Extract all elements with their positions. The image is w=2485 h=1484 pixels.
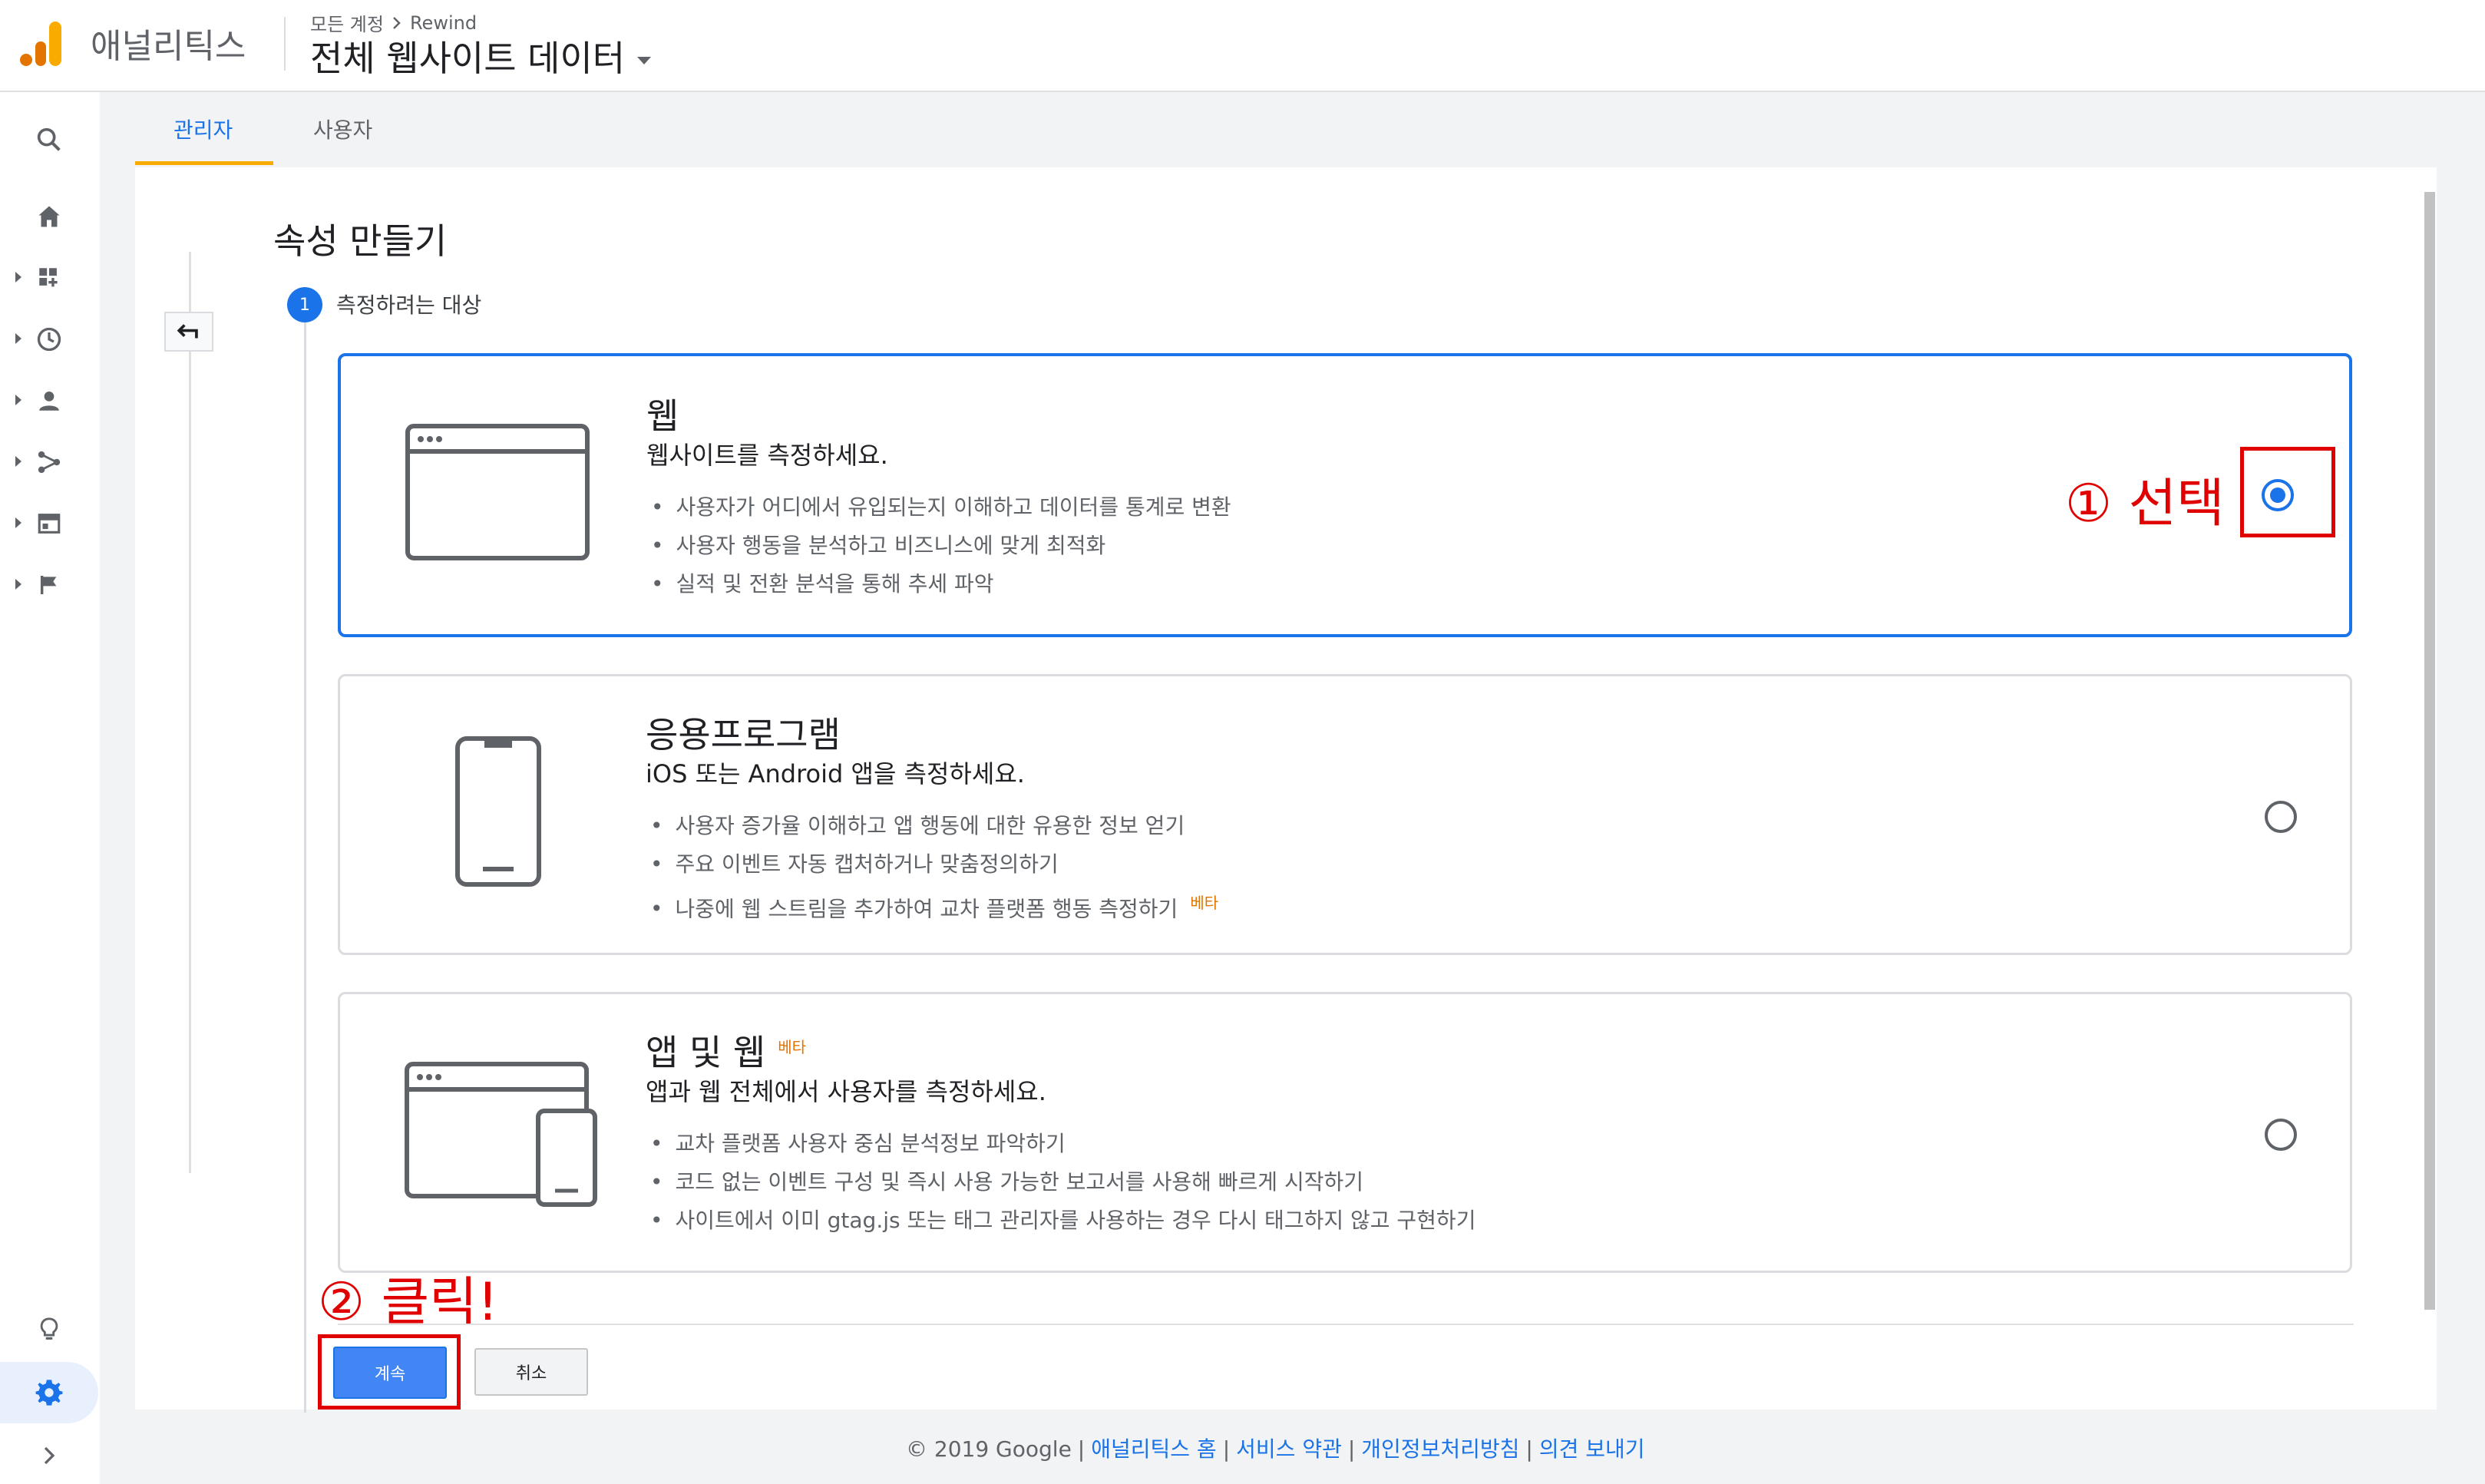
- option-bullets: 사용자가 어디에서 유입되는지 이해하고 데이터를 통계로 변환 사용자 행동을…: [651, 488, 1231, 603]
- top-header: 애널리틱스 모든 계정 Rewind 전체 웹사이트 데이터: [0, 0, 2485, 92]
- list-item: 실적 및 전환 분석을 통해 추세 파악: [651, 565, 1231, 603]
- option-subtitle: 앱과 웹 전체에서 사용자를 측정하세요.: [646, 1077, 1046, 1106]
- list-item: 사용자 증가율 이해하고 앱 행동에 대한 유용한 정보 얻기: [650, 807, 1218, 845]
- option-title-row: 앱 및 웹 베타: [646, 1025, 806, 1076]
- option-bullets: 교차 플랫폼 사용자 중심 분석정보 파악하기 코드 없는 이벤트 구성 및 즉…: [650, 1125, 1476, 1240]
- behavior-icon[interactable]: [31, 505, 68, 542]
- copyright: © 2019 Google: [906, 1436, 1072, 1462]
- gear-icon[interactable]: [31, 1374, 68, 1411]
- step-connector-line: [304, 322, 306, 1413]
- option-card-web[interactable]: 웹 웹사이트를 측정하세요. 사용자가 어디에서 유입되는지 이해하고 데이터를…: [338, 353, 2352, 637]
- chevron-right-icon[interactable]: [31, 1437, 68, 1474]
- scrollbar[interactable]: [2424, 192, 2435, 1310]
- clock-icon[interactable]: [31, 321, 68, 358]
- active-tab-indicator: [135, 161, 273, 165]
- page-title: 속성 만들기: [273, 220, 448, 262]
- option-card-app-and-web[interactable]: 앱 및 웹 베타 앱과 웹 전체에서 사용자를 측정하세요. 교차 플랫폼 사용자…: [338, 992, 2352, 1273]
- view-title: 전체 웹사이트 데이터: [310, 38, 626, 79]
- caret-down-icon: [637, 57, 652, 64]
- button-divider: [338, 1324, 2354, 1325]
- annotation-highlight-radio: [2240, 447, 2335, 537]
- expand-arrow-icon[interactable]: [15, 395, 21, 405]
- app-name[interactable]: 애널리틱스: [91, 18, 246, 68]
- list-item: 교차 플랫폼 사용자 중심 분석정보 파악하기: [650, 1125, 1475, 1163]
- option-subtitle: iOS 또는 Android 앱을 측정하세요.: [646, 759, 1025, 788]
- browser-window-icon: [405, 424, 590, 560]
- footer: © 2019 Google | 애널리틱스 홈 | 서비스 약관 | 개인정보처리방침 | 의견…: [906, 1436, 1645, 1462]
- browser-and-phone-icon: [405, 1062, 597, 1207]
- list-item: 사이트에서 이미 gtag.js 또는 태그 관리자를 사용하는 경우 다시 태…: [650, 1201, 1476, 1240]
- back-button[interactable]: [164, 312, 213, 352]
- footer-link-privacy[interactable]: 개인정보처리방침: [1361, 1436, 1519, 1462]
- step-label: 측정하려는 대상: [336, 293, 482, 318]
- acquisition-icon[interactable]: [31, 444, 68, 481]
- expand-arrow-icon[interactable]: [15, 517, 21, 528]
- list-item: 주요 이벤트 자동 캡처하거나 맞춤정의하기: [650, 845, 1218, 884]
- flag-icon[interactable]: [31, 567, 68, 603]
- option-title: 응용프로그램: [646, 714, 841, 755]
- list-item-text: 나중에 웹 스트림을 추가하여 교차 플랫폼 행동 측정하기: [675, 896, 1178, 922]
- option-card-app[interactable]: 응용프로그램 iOS 또는 Android 앱을 측정하세요. 사용자 증가율 …: [338, 674, 2352, 955]
- cancel-button[interactable]: 취소: [474, 1348, 588, 1396]
- continue-button[interactable]: 계속: [333, 1347, 447, 1399]
- footer-link-analytics-home[interactable]: 애널리틱스 홈: [1091, 1436, 1216, 1462]
- expand-arrow-icon[interactable]: [15, 456, 21, 467]
- option-title: 앱 및 웹: [646, 1032, 766, 1073]
- beta-badge: 베타: [1190, 894, 1219, 912]
- expand-arrow-icon[interactable]: [15, 333, 21, 344]
- back-arrow-icon: [177, 324, 198, 339]
- expand-arrow-icon[interactable]: [15, 579, 21, 590]
- list-item: 코드 없는 이벤트 구성 및 즉시 사용 가능한 보고서를 사용해 빠르게 시작…: [650, 1163, 1475, 1201]
- footer-link-terms[interactable]: 서비스 약관: [1236, 1436, 1342, 1462]
- analytics-logo-icon[interactable]: [20, 21, 63, 68]
- step-guide-line: [189, 252, 191, 1173]
- header-divider: [284, 17, 286, 71]
- beta-badge: 베타: [778, 1037, 807, 1056]
- person-icon[interactable]: [31, 382, 68, 419]
- dashboard-icon[interactable]: [31, 259, 68, 296]
- list-item: 사용자가 어디에서 유입되는지 이해하고 데이터를 통계로 변환: [651, 488, 1231, 527]
- footer-link-feedback[interactable]: 의견 보내기: [1539, 1436, 1645, 1462]
- left-nav: [0, 92, 100, 1484]
- annotation-select: ① 선택: [2065, 474, 2225, 534]
- expand-arrow-icon[interactable]: [15, 272, 21, 283]
- phone-icon: [455, 736, 541, 887]
- tab-bar: 관리자 사용자: [100, 94, 2485, 167]
- radio-app-and-web[interactable]: [2265, 1119, 2297, 1151]
- search-icon[interactable]: [31, 121, 68, 158]
- tab-admin[interactable]: 관리자: [173, 114, 233, 144]
- option-bullets: 사용자 증가율 이해하고 앱 행동에 대한 유용한 정보 얻기 주요 이벤트 자…: [650, 807, 1219, 922]
- option-subtitle: 웹사이트를 측정하세요.: [646, 441, 888, 470]
- chevron-right-icon: [393, 16, 401, 29]
- view-selector[interactable]: 전체 웹사이트 데이터: [310, 31, 652, 81]
- lightbulb-icon[interactable]: [31, 1311, 68, 1348]
- list-item: 나중에 웹 스트림을 추가하여 교차 플랫폼 행동 측정하기 베타: [650, 884, 1219, 922]
- option-title: 웹: [646, 395, 679, 437]
- list-item: 사용자 행동을 분석하고 비즈니스에 맞게 최적화: [651, 527, 1231, 565]
- radio-app[interactable]: [2265, 801, 2297, 833]
- home-icon[interactable]: [31, 198, 68, 235]
- step-number-badge: 1: [287, 287, 322, 322]
- tab-users[interactable]: 사용자: [313, 114, 372, 144]
